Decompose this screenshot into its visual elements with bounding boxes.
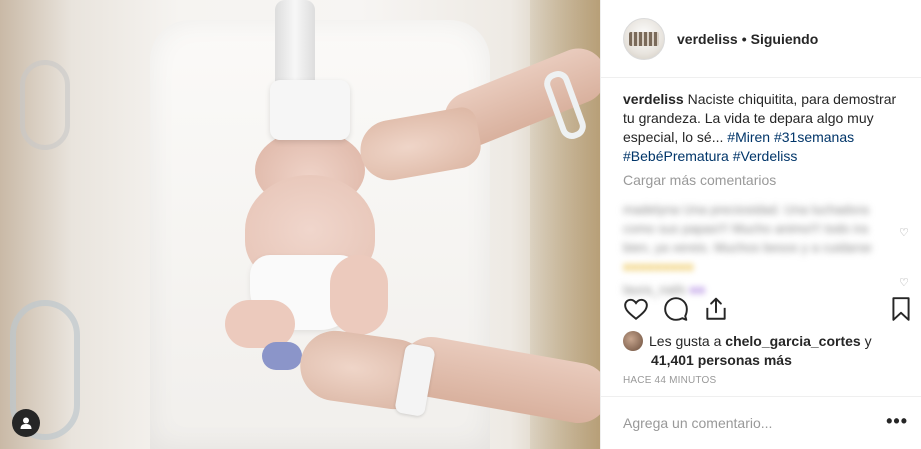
post-timestamp[interactable]: HACE 44 MINUTOS: [623, 375, 716, 386]
post-sidebar: verdeliss • Siguiendo verdeliss Naciste ch…: [600, 0, 921, 449]
hashtag-link[interactable]: #BebéPrematura: [623, 148, 729, 164]
blurred-comment-text: madelyna Una preciosidad. Una luchadora …: [623, 202, 872, 255]
add-comment-input[interactable]: [623, 415, 873, 431]
comment-like-heart-icon[interactable]: ♡: [899, 226, 911, 239]
header-text: verdeliss • Siguiendo: [677, 31, 818, 47]
hashtag-link[interactable]: #Verdeliss: [733, 148, 798, 164]
baby-leg: [225, 300, 295, 348]
likes-prefix: Les gusta a: [649, 333, 726, 349]
breathing-mask: [270, 80, 350, 140]
baby-leg: [330, 255, 388, 335]
caption: verdeliss Naciste chiquitita, para demos…: [623, 90, 905, 166]
comment-like-heart-icon[interactable]: ♡: [899, 276, 911, 289]
comments-section: verdeliss Naciste chiquitita, para demos…: [623, 90, 905, 299]
hashtag-link[interactable]: #Miren: [727, 129, 770, 145]
emoji-row: ●●●●●●●●●: [623, 259, 694, 274]
bookmark-icon[interactable]: [889, 296, 913, 327]
blurred-comment-text: laura_nails: [623, 282, 686, 297]
post-photo[interactable]: [0, 0, 600, 449]
more-options-icon[interactable]: •••: [886, 412, 908, 430]
heart-icon[interactable]: [623, 296, 649, 327]
comment-icon[interactable]: [663, 296, 689, 327]
liker-avatar[interactable]: [623, 331, 643, 351]
blurred-comment: madelyna Una preciosidad. Una luchadora …: [623, 200, 885, 276]
separator-dot: •: [741, 30, 747, 47]
post-header: verdeliss • Siguiendo: [601, 0, 921, 78]
user-tag-icon[interactable]: [12, 409, 40, 437]
username-link[interactable]: verdeliss: [677, 31, 738, 47]
likes-summary: Les gusta a chelo_garcia_cortes y 41,401…: [623, 331, 913, 370]
avatar[interactable]: [623, 17, 665, 60]
share-icon[interactable]: [703, 296, 729, 327]
foot-sensor: [262, 342, 302, 370]
liker-username-link[interactable]: chelo_garcia_cortes: [725, 333, 860, 349]
incubator-tube: [20, 60, 70, 150]
likes-count-link[interactable]: 41,401 personas más: [651, 352, 792, 368]
hashtag-link[interactable]: #31semanas: [774, 129, 854, 145]
action-bar: [623, 296, 915, 326]
caption-username-link[interactable]: verdeliss: [623, 91, 684, 107]
add-comment-bar: •••: [601, 396, 921, 449]
emoji-row: ●●: [689, 282, 706, 297]
load-more-comments-button[interactable]: Cargar más comentarios: [623, 171, 905, 190]
follow-status-button[interactable]: Siguiendo: [751, 31, 819, 47]
likes-mid: y: [860, 333, 872, 349]
avatar-image: [629, 31, 659, 46]
